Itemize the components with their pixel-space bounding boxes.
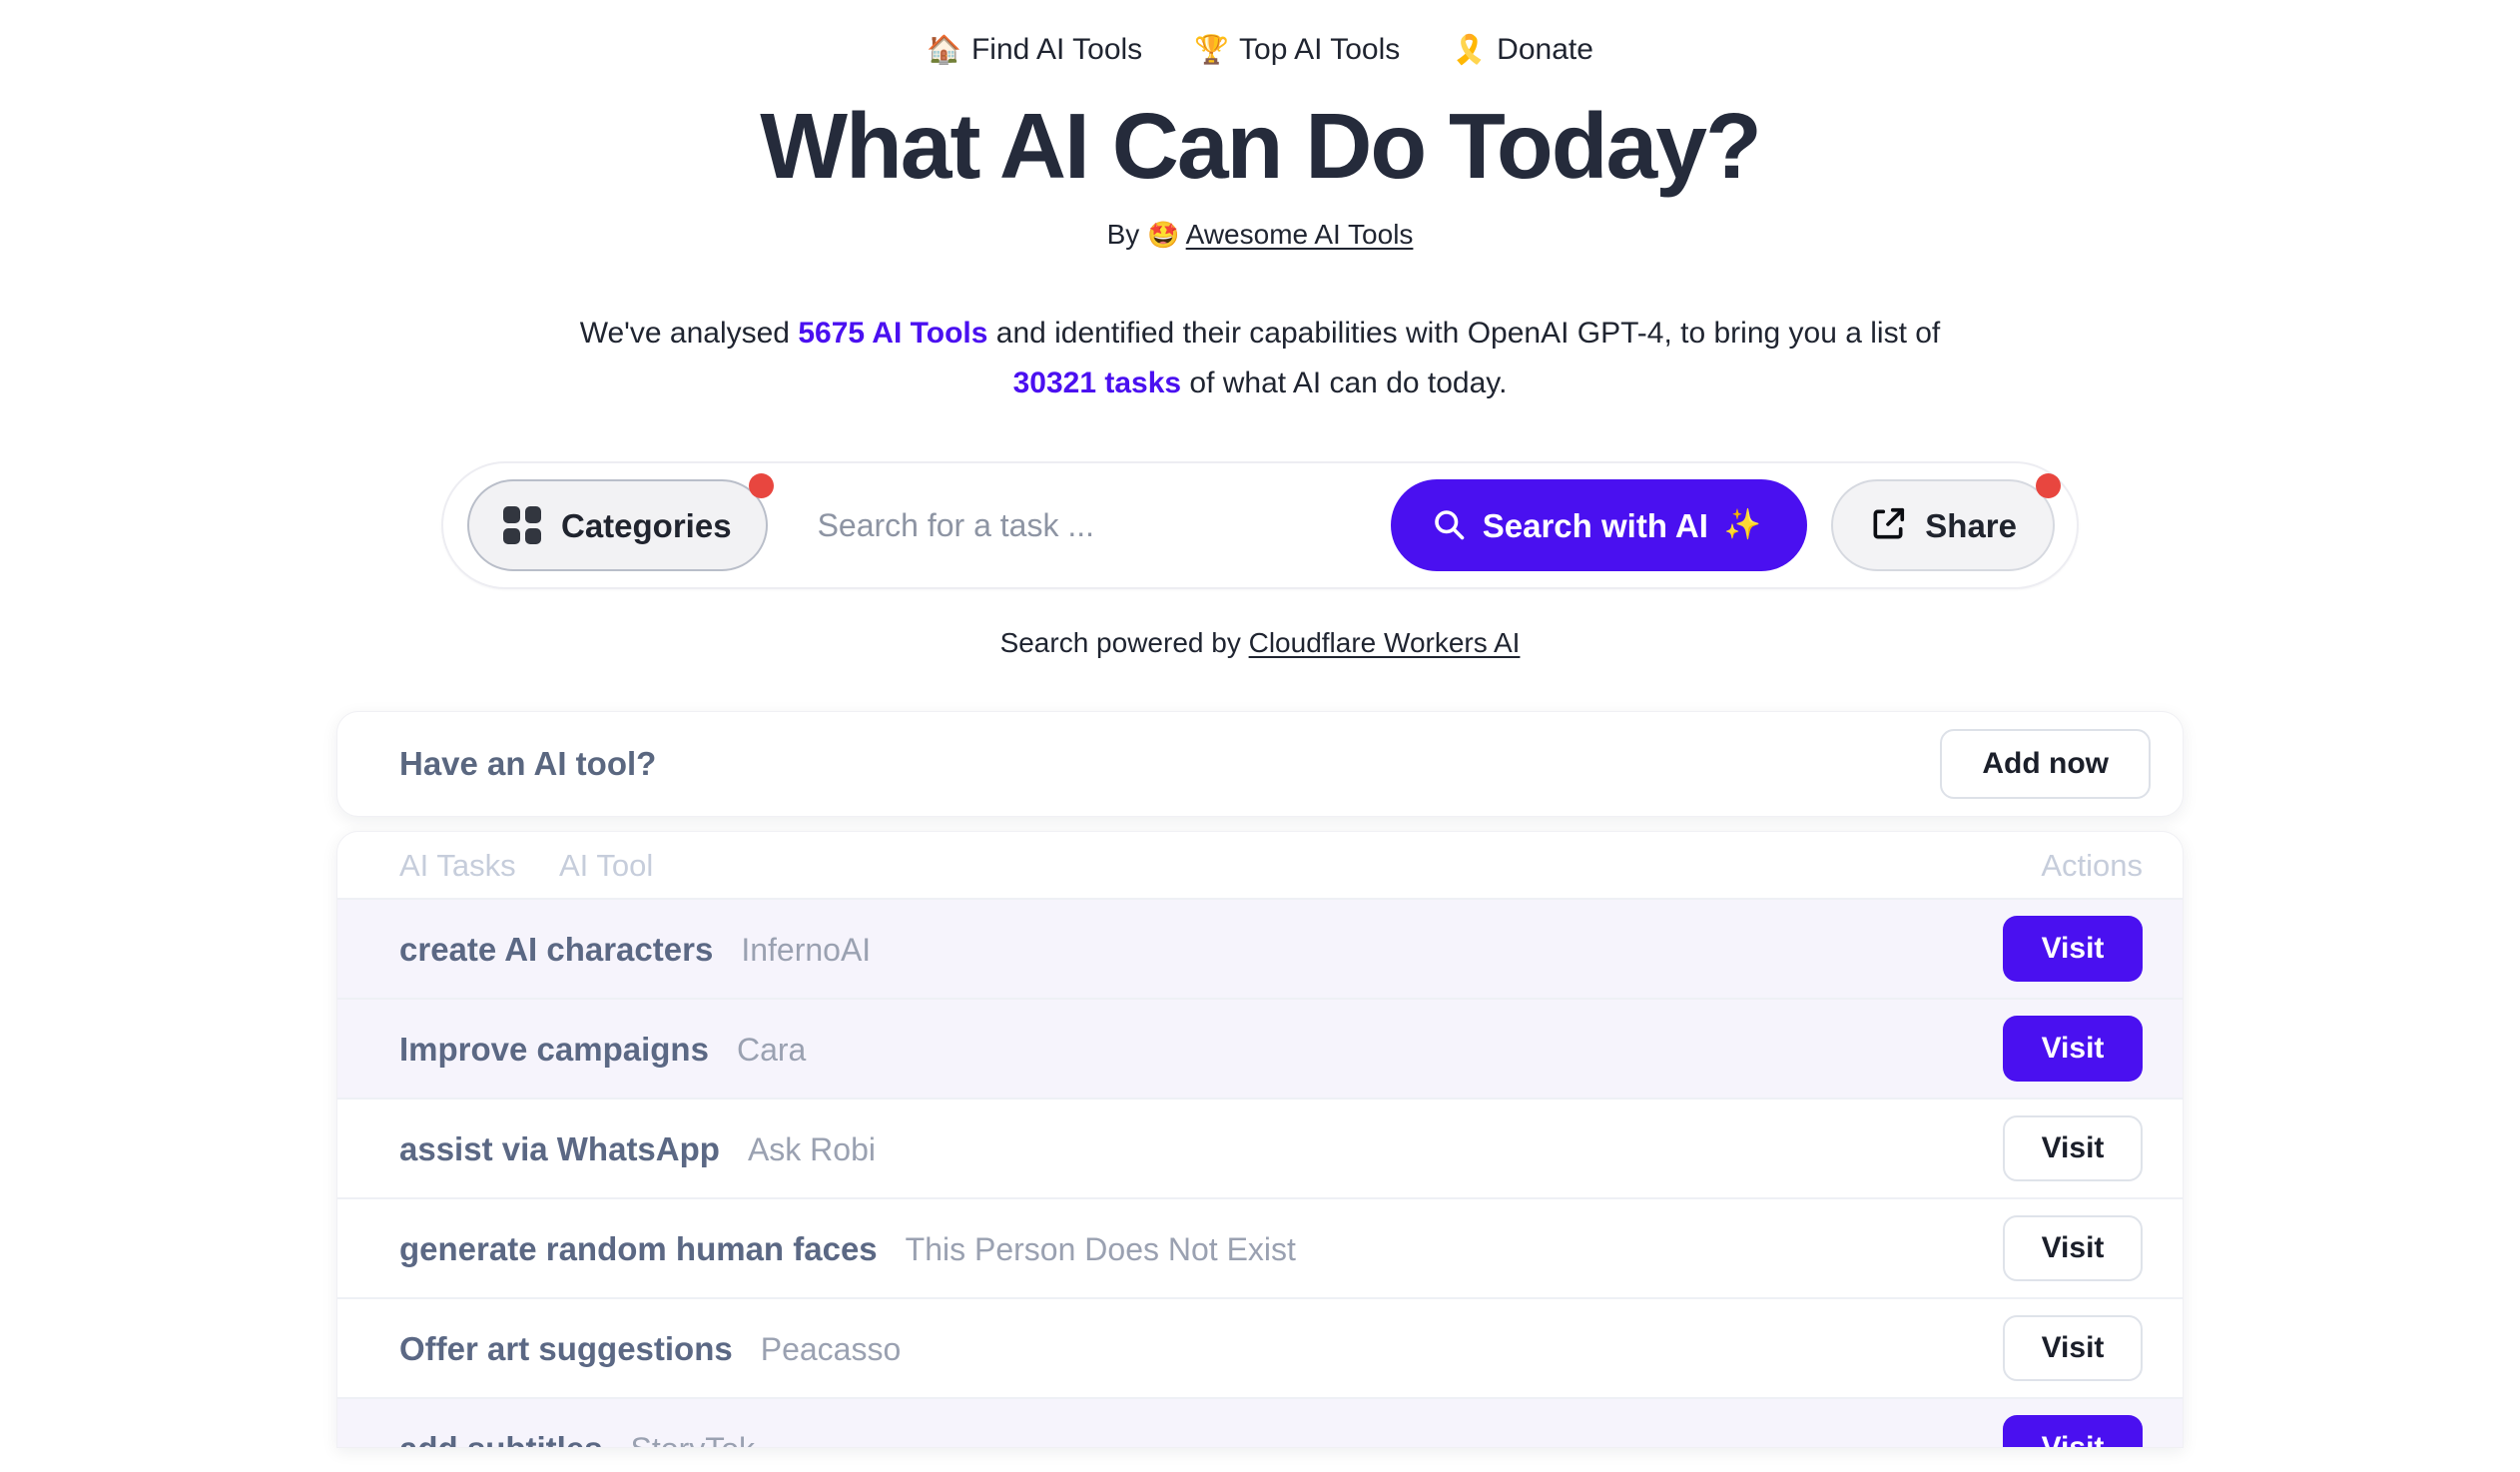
- task-name: generate random human faces: [399, 1229, 878, 1267]
- column-header-ai-tasks: AI Tasks: [399, 847, 516, 883]
- table-row-content: add subtitles StoryTok: [399, 1429, 2003, 1449]
- tool-name: StoryTok: [631, 1433, 755, 1448]
- byline-prefix: By: [1106, 218, 1140, 250]
- ribbon-icon: 🎗️: [1452, 34, 1488, 65]
- tools-count-highlight: 5675 AI Tools: [798, 317, 988, 351]
- table-row: Offer art suggestions Peacasso Visit: [337, 1297, 2183, 1398]
- nav-item-top-ai-tools[interactable]: 🏆 Top AI Tools: [1194, 35, 1400, 65]
- table-row-content: Improve campaigns Cara: [399, 1033, 2003, 1066]
- share-icon: [1869, 505, 1907, 546]
- table-header-row: AI Tasks AI Tool Actions: [337, 832, 2183, 898]
- visit-button[interactable]: Visit: [2003, 1115, 2143, 1182]
- page-root: 🏠 Find AI Tools 🏆 Top AI Tools 🎗️ Donate…: [0, 0, 2520, 1472]
- description-part-1: We've analysed: [579, 317, 799, 351]
- table-row-content: create AI characters InfernoAI: [399, 933, 2003, 966]
- task-name: add subtitles: [399, 1429, 603, 1449]
- search-with-ai-button[interactable]: Search with AI ✨: [1390, 479, 1808, 572]
- share-button-label: Share: [1925, 506, 2017, 544]
- grid-icon: [503, 506, 541, 545]
- table-row-content: assist via WhatsApp Ask Robi: [399, 1132, 2003, 1165]
- top-navigation: 🏠 Find AI Tools 🏆 Top AI Tools 🎗️ Donate: [0, 26, 2520, 74]
- powered-by-text: Search powered by Cloudflare Workers AI: [0, 627, 2520, 659]
- categories-button[interactable]: Categories: [467, 473, 774, 572]
- house-icon: 🏠: [927, 34, 961, 65]
- tool-name: Cara: [736, 1031, 807, 1068]
- table-body: create AI characters InfernoAI Visit Improv…: [337, 898, 2183, 1448]
- column-header-ai-tool: AI Tool: [559, 847, 654, 883]
- table-row-content: Offer art suggestions Peacasso: [399, 1332, 2003, 1365]
- table-row: add subtitles StoryTok Visit: [337, 1397, 2183, 1448]
- ai-tasks-table: AI Tasks AI Tool Actions create AI chara…: [336, 831, 2184, 1449]
- nav-item-label: Find AI Tools: [970, 33, 1143, 66]
- table-row: generate random human faces This Person D…: [337, 1197, 2183, 1298]
- page-title: What AI Can Do Today?: [760, 94, 1762, 198]
- cloudflare-workers-ai-link[interactable]: Cloudflare Workers AI: [1249, 627, 1521, 658]
- description-part-2: and identified their capabilities with O…: [987, 317, 1941, 351]
- byline: By 🤩 Awesome AI Tools: [0, 218, 2520, 252]
- visit-button[interactable]: Visit: [2003, 1415, 2143, 1448]
- search-bar: Categories Search with AI ✨: [441, 461, 2079, 590]
- task-name: Improve campaigns: [399, 1030, 709, 1068]
- search-input[interactable]: [767, 506, 1391, 544]
- nav-item-find-ai-tools[interactable]: 🏠 Find AI Tools: [927, 35, 1142, 65]
- visit-button[interactable]: Visit: [2003, 1016, 2143, 1083]
- nav-item-label: Top AI Tools: [1239, 33, 1401, 66]
- categories-button-label: Categories: [561, 506, 732, 544]
- search-with-ai-label: Search with AI: [1482, 506, 1708, 544]
- tool-name: This Person Does Not Exist: [905, 1230, 1296, 1267]
- description-text: We've analysed 5675 AI Tools and identif…: [551, 309, 1969, 407]
- table-row: Improve campaigns Cara Visit: [337, 998, 2183, 1099]
- table-row: assist via WhatsApp Ask Robi Visit: [337, 1098, 2183, 1198]
- promo-title: Have an AI tool?: [399, 745, 657, 783]
- visit-button[interactable]: Visit: [2003, 1215, 2143, 1282]
- visit-button[interactable]: Visit: [2003, 1315, 2143, 1382]
- tool-name: Peacasso: [760, 1330, 902, 1367]
- trophy-icon: 🏆: [1194, 34, 1230, 65]
- table-row: create AI characters InfernoAI Visit: [337, 898, 2183, 999]
- powered-by-prefix: Search powered by: [999, 627, 1249, 659]
- nav-item-donate[interactable]: 🎗️ Donate: [1452, 35, 1593, 65]
- categories-notification-dot: [748, 473, 774, 499]
- description-part-3: of what AI can do today.: [1181, 366, 1508, 399]
- table-row-content: generate random human faces This Person D…: [399, 1232, 2003, 1265]
- add-now-button[interactable]: Add now: [1940, 729, 2151, 800]
- share-notification-dot: [2036, 473, 2061, 499]
- tasks-count-highlight: 30321 tasks: [1012, 366, 1182, 399]
- have-an-ai-tool-card: Have an AI tool? Add now: [336, 711, 2184, 818]
- tool-name: InfernoAI: [741, 931, 872, 968]
- byline-author-link[interactable]: Awesome AI Tools: [1186, 219, 1414, 250]
- task-name: assist via WhatsApp: [399, 1129, 720, 1167]
- column-header-actions: Actions: [2041, 847, 2143, 883]
- sparkles-icon: ✨: [1723, 508, 1762, 542]
- task-name: Offer art suggestions: [399, 1329, 733, 1367]
- star-struck-icon: 🤩: [1147, 219, 1180, 250]
- nav-item-label: Donate: [1497, 33, 1593, 66]
- share-button[interactable]: Share: [1831, 473, 2061, 572]
- tool-name: Ask Robi: [747, 1130, 876, 1167]
- visit-button[interactable]: Visit: [2003, 916, 2143, 983]
- search-icon: [1431, 506, 1467, 545]
- task-name: create AI characters: [399, 930, 714, 968]
